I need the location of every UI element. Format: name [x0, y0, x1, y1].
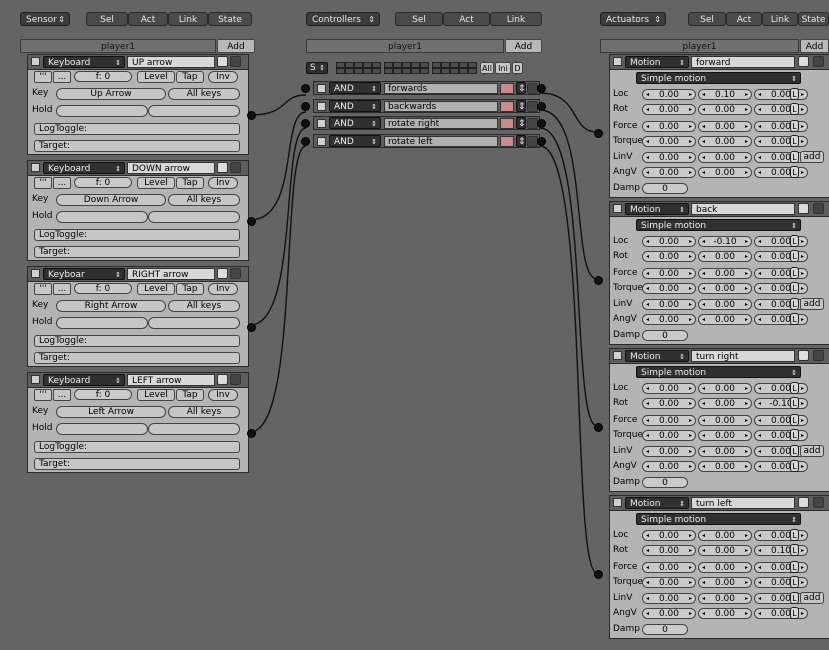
wire-actuator-turn-right — [539, 127, 598, 427]
wire-sensor-up — [249, 94, 307, 116]
wire-actuator-back — [539, 109, 598, 280]
wire-sensor-down — [249, 111, 307, 221]
logic-wires — [249, 92, 598, 574]
wire-actuator-turn-left — [539, 145, 598, 574]
wire-sensor-right — [249, 127, 307, 326]
